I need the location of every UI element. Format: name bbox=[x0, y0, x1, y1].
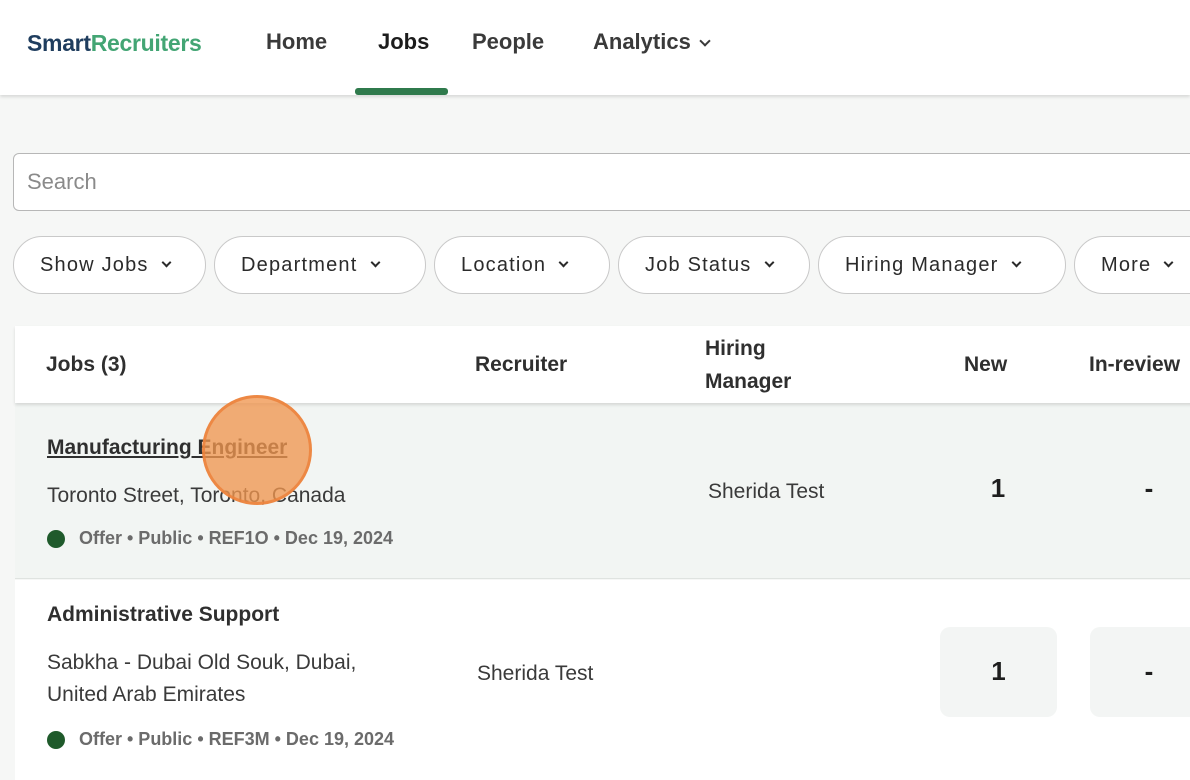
jobs-table-header: Jobs (3) Recruiter Hiring Manager New In… bbox=[15, 326, 1190, 403]
chevron-down-icon bbox=[161, 257, 172, 267]
column-header-in-review[interactable]: In-review bbox=[1089, 348, 1180, 381]
job-title-link[interactable]: Administrative Support bbox=[47, 603, 279, 627]
logo-text-recruiters: Recruiters bbox=[90, 30, 202, 56]
filter-job-status-label: Job Status bbox=[645, 253, 752, 276]
filter-location[interactable]: Location bbox=[434, 236, 610, 294]
nav-analytics-label: Analytics bbox=[593, 29, 691, 54]
chevron-down-icon bbox=[699, 35, 711, 47]
active-tab-indicator bbox=[355, 88, 448, 95]
status-dot-icon bbox=[47, 730, 65, 749]
filter-show-jobs-label: Show Jobs bbox=[40, 253, 149, 276]
job-location: Toronto Street, Toronto, Canada bbox=[47, 484, 346, 507]
nav-analytics[interactable]: Analytics bbox=[593, 29, 711, 95]
column-header-hiring-manager[interactable]: Hiring Manager bbox=[705, 332, 791, 398]
chevron-down-icon bbox=[764, 257, 774, 267]
job-location: Sabkha - Dubai Old Souk, Dubai, United A… bbox=[47, 647, 356, 711]
top-nav-bar: SmartRecruiters Home Jobs People Analyti… bbox=[0, 0, 1190, 95]
hiring-manager-name: Sherida Test bbox=[708, 480, 825, 503]
nav-jobs[interactable]: Jobs bbox=[378, 29, 429, 95]
filter-hiring-manager-label: Hiring Manager bbox=[845, 253, 999, 276]
column-header-new[interactable]: New bbox=[964, 348, 1007, 381]
job-location-line1: Sabkha - Dubai Old Souk, Dubai, bbox=[47, 651, 357, 674]
filter-location-label: Location bbox=[461, 253, 547, 276]
job-meta-text: Offer • Public • REF3M • Dec 19, 2024 bbox=[79, 729, 395, 749]
filter-hiring-manager[interactable]: Hiring Manager bbox=[818, 236, 1066, 294]
job-meta: Offer • Public • REF1O • Dec 19, 2024 bbox=[47, 528, 393, 549]
filter-more[interactable]: More bbox=[1074, 236, 1190, 294]
filter-department[interactable]: Department bbox=[214, 236, 426, 294]
new-count[interactable]: 1 bbox=[940, 656, 1057, 687]
column-header-hiring-manager-line1: Hiring bbox=[705, 337, 766, 360]
filter-more-label: More bbox=[1101, 253, 1152, 276]
new-count[interactable]: 1 bbox=[940, 473, 1056, 504]
in-review-count[interactable]: - bbox=[1091, 656, 1190, 687]
table-row[interactable]: Administrative Support Sabkha - Dubai Ol… bbox=[15, 580, 1190, 780]
filter-show-jobs[interactable]: Show Jobs bbox=[13, 236, 206, 294]
filter-job-status[interactable]: Job Status bbox=[618, 236, 810, 294]
nav-home[interactable]: Home bbox=[266, 29, 327, 95]
column-header-jobs[interactable]: Jobs (3) bbox=[46, 348, 127, 381]
logo-text-smart: Smart bbox=[27, 30, 91, 56]
recruiter-name: Sherida Test bbox=[477, 662, 594, 685]
column-header-hiring-manager-line2: Manager bbox=[705, 370, 792, 393]
chevron-down-icon bbox=[1011, 257, 1021, 267]
chevron-down-icon bbox=[370, 257, 380, 267]
chevron-down-icon bbox=[1163, 257, 1174, 267]
job-meta-text: Offer • Public • REF1O • Dec 19, 2024 bbox=[79, 528, 394, 548]
job-meta: Offer • Public • REF3M • Dec 19, 2024 bbox=[47, 729, 394, 750]
job-title-link[interactable]: Manufacturing Engineer bbox=[47, 436, 287, 460]
filter-department-label: Department bbox=[241, 253, 358, 276]
nav-people[interactable]: People bbox=[472, 29, 544, 95]
table-row[interactable]: Manufacturing Engineer Toronto Street, T… bbox=[15, 403, 1190, 579]
job-location-line2: United Arab Emirates bbox=[47, 683, 246, 706]
column-header-recruiter[interactable]: Recruiter bbox=[475, 348, 567, 381]
search-input[interactable] bbox=[13, 153, 1190, 211]
status-dot-icon bbox=[47, 529, 65, 548]
in-review-count[interactable]: - bbox=[1091, 473, 1190, 504]
smartrecruiters-logo[interactable]: SmartRecruiters bbox=[27, 30, 202, 57]
chevron-down-icon bbox=[558, 257, 569, 267]
